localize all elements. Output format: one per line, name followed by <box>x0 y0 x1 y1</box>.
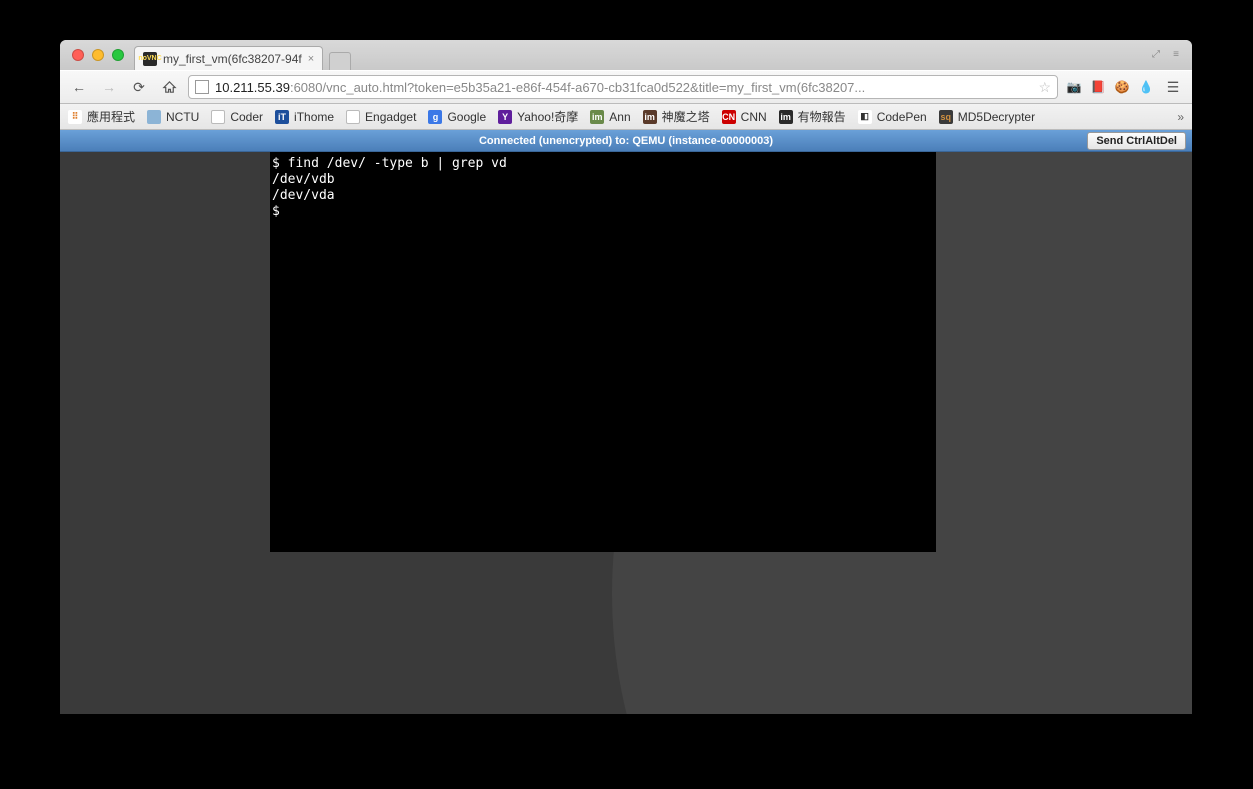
bookmark-icon <box>346 110 360 124</box>
minimize-window-button[interactable] <box>92 49 104 61</box>
close-window-button[interactable] <box>72 49 84 61</box>
bookmark-icon: im <box>590 110 604 124</box>
bookmark-label: Ann <box>609 110 630 124</box>
extension-icon-2[interactable]: 📕 <box>1090 79 1106 95</box>
address-bar[interactable]: 10.211.55.39:6080/vnc_auto.html?token=e5… <box>188 75 1058 99</box>
home-button[interactable] <box>158 76 180 98</box>
bookmark-item[interactable]: NCTU <box>147 110 199 124</box>
bookmark-label: 神魔之塔 <box>662 108 710 125</box>
new-tab-button[interactable] <box>329 52 351 70</box>
bookmark-item[interactable]: Coder <box>211 110 263 124</box>
bookmark-item[interactable]: sq MD5Decrypter <box>939 110 1035 124</box>
bookmark-label: Yahoo!奇摩 <box>517 108 578 125</box>
bookmark-label: MD5Decrypter <box>958 110 1035 124</box>
window-menu-icon[interactable]: ≡ <box>1168 46 1184 62</box>
extension-icon-3[interactable]: 🍪 <box>1114 79 1130 95</box>
bookmark-item[interactable]: CN CNN <box>722 110 767 124</box>
bookmark-icon: Y <box>498 110 512 124</box>
tab-favicon: noVNC <box>143 52 157 66</box>
tab-strip: noVNC my_first_vm(6fc38207-94f × ⤢ ≡ <box>60 40 1192 70</box>
bookmarks-overflow-icon[interactable]: » <box>1177 110 1184 124</box>
bookmark-item[interactable]: Y Yahoo!奇摩 <box>498 108 578 125</box>
bookmark-icon: ◧ <box>858 110 872 124</box>
window-controls <box>72 40 124 70</box>
bookmark-label: iThome <box>294 110 334 124</box>
bookmark-label: Coder <box>230 110 263 124</box>
bookmark-item[interactable]: Engadget <box>346 110 416 124</box>
extension-icon-1[interactable]: 📷 <box>1066 79 1082 95</box>
back-button[interactable]: ← <box>68 76 90 98</box>
browser-tab[interactable]: noVNC my_first_vm(6fc38207-94f × <box>134 46 323 70</box>
bookmark-label: CodePen <box>877 110 927 124</box>
bookmark-star-icon[interactable]: ☆ <box>1038 79 1051 96</box>
browser-window: noVNC my_first_vm(6fc38207-94f × ⤢ ≡ ← →… <box>60 40 1192 714</box>
extension-icon-4[interactable]: 💧 <box>1138 79 1154 95</box>
chrome-menu-button[interactable]: ☰ <box>1162 76 1184 98</box>
bookmark-item[interactable]: g Google <box>428 110 486 124</box>
vnc-canvas[interactable]: $ find /dev/ -type b | grep vd /dev/vdb … <box>270 152 936 552</box>
bookmark-item[interactable]: im Ann <box>590 110 630 124</box>
bookmark-icon: im <box>779 110 793 124</box>
fullscreen-icon[interactable]: ⤢ <box>1148 46 1164 62</box>
bookmark-icon: sq <box>939 110 953 124</box>
terminal-output: $ find /dev/ -type b | grep vd /dev/vdb … <box>270 152 936 224</box>
bookmark-label: 有物報告 <box>798 108 846 125</box>
vnc-status-text: Connected (unencrypted) to: QEMU (instan… <box>479 135 773 147</box>
bookmark-icon: ⠿ <box>68 110 82 124</box>
forward-button[interactable]: → <box>98 76 120 98</box>
bookmarks-bar: ⠿ 應用程式 NCTU CoderiT iThome Engadget g Google Y Ya… <box>60 104 1192 130</box>
bookmark-icon: iT <box>275 110 289 124</box>
bookmark-icon <box>211 110 225 124</box>
zoom-window-button[interactable] <box>112 49 124 61</box>
bookmark-item[interactable]: ⠿ 應用程式 <box>68 108 135 125</box>
bookmark-icon: g <box>428 110 442 124</box>
bookmark-icon: CN <box>722 110 736 124</box>
bookmark-icon: im <box>643 110 657 124</box>
page-content: Connected (unencrypted) to: QEMU (instan… <box>60 130 1192 714</box>
bookmark-icon <box>147 110 161 124</box>
url-text: 10.211.55.39:6080/vnc_auto.html?token=e5… <box>215 80 1032 95</box>
bookmark-label: Google <box>447 110 486 124</box>
tab-title: my_first_vm(6fc38207-94f <box>163 52 302 66</box>
bookmark-label: Engadget <box>365 110 416 124</box>
bookmark-label: CNN <box>741 110 767 124</box>
bookmark-label: 應用程式 <box>87 108 135 125</box>
bookmark-item[interactable]: iT iThome <box>275 110 334 124</box>
vnc-status-bar: Connected (unencrypted) to: QEMU (instan… <box>60 130 1192 152</box>
bookmark-item[interactable]: im 神魔之塔 <box>643 108 710 125</box>
tab-close-icon[interactable]: × <box>308 53 314 65</box>
bookmark-item[interactable]: im 有物報告 <box>779 108 846 125</box>
bookmark-item[interactable]: ◧ CodePen <box>858 110 927 124</box>
send-ctrl-alt-del-button[interactable]: Send CtrlAltDel <box>1087 132 1186 150</box>
reload-button[interactable]: ⟳ <box>128 76 150 98</box>
page-icon <box>195 80 209 94</box>
bookmark-label: NCTU <box>166 110 199 124</box>
browser-toolbar: ← → ⟳ 10.211.55.39:6080/vnc_auto.html?to… <box>60 70 1192 104</box>
